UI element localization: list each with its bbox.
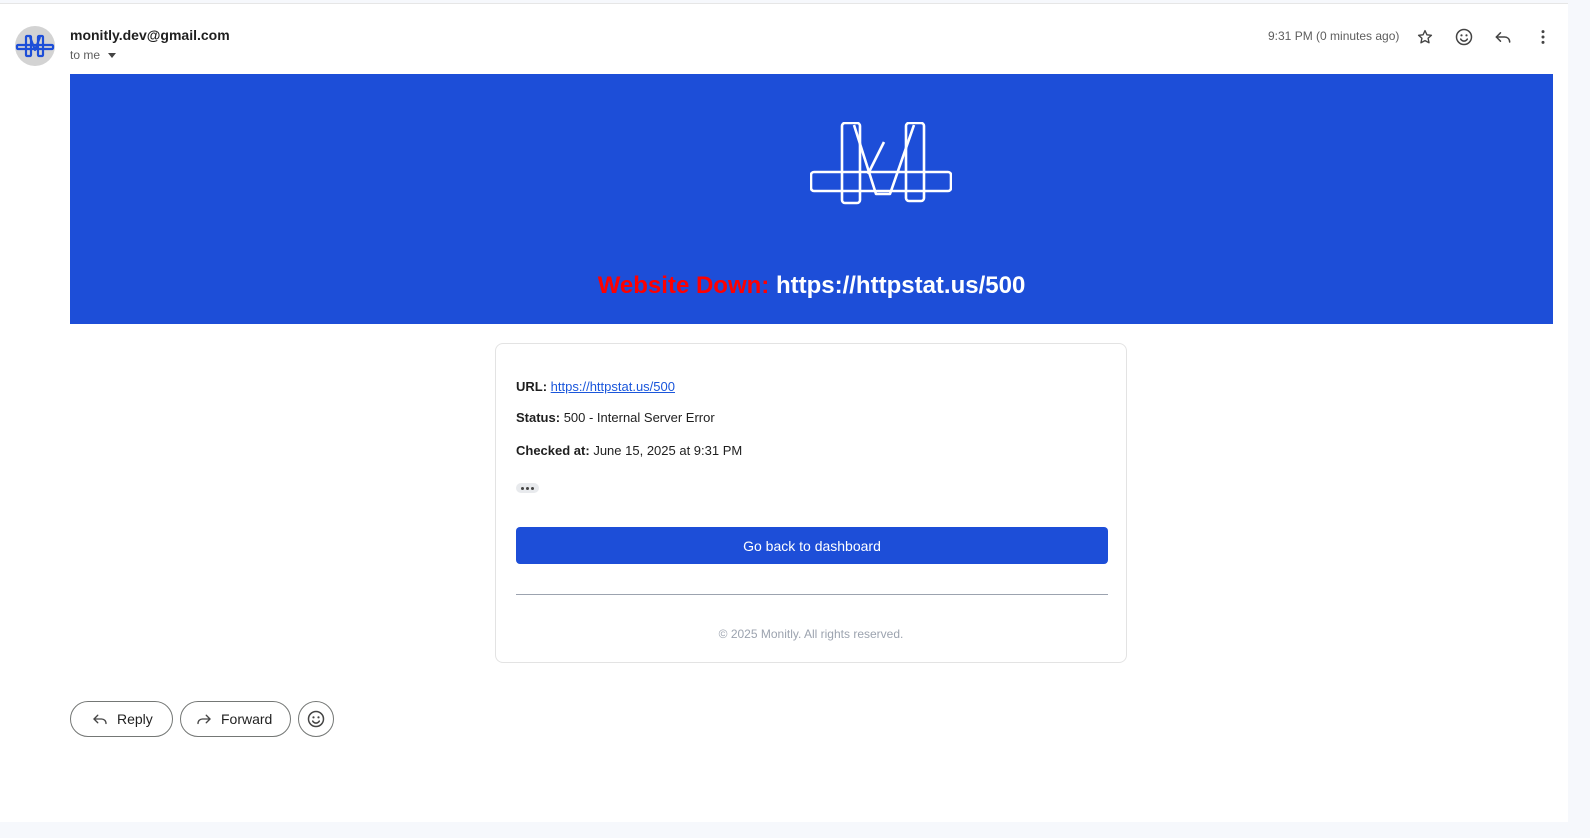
checked-label: Checked at: bbox=[516, 443, 590, 458]
timestamp: 9:31 PM (0 minutes ago) bbox=[1268, 29, 1400, 43]
status-row: Status: 500 - Internal Server Error bbox=[516, 410, 715, 425]
email-message: monitly.dev@gmail.com to me 9:31 PM (0 m… bbox=[0, 3, 1568, 822]
status-label: Status: bbox=[516, 410, 561, 425]
sender-email[interactable]: monitly.dev@gmail.com bbox=[70, 27, 230, 43]
alert-url: https://httpstat.us/500 bbox=[775, 272, 1026, 299]
reply-icon bbox=[93, 714, 107, 725]
sender-avatar[interactable] bbox=[15, 26, 55, 66]
url-label: URL: bbox=[516, 379, 548, 394]
show-trimmed-content-button[interactable] bbox=[516, 483, 539, 493]
url-row: URL: https://httpstat.us/500 bbox=[516, 379, 675, 394]
email-banner: Website Down: https://httpstat.us/500 bbox=[70, 74, 1553, 324]
emoji-icon[interactable] bbox=[1452, 25, 1476, 49]
status-value: 500 - Internal Server Error bbox=[563, 410, 715, 425]
forward-button[interactable]: Forward bbox=[180, 701, 291, 737]
emoji-reaction-button[interactable] bbox=[298, 701, 334, 737]
checked-row: Checked at: June 15, 2025 at 9:31 PM bbox=[516, 443, 742, 458]
alert-label: Website Down: bbox=[597, 272, 770, 299]
recipient-line[interactable]: to me bbox=[70, 48, 117, 62]
dashboard-button[interactable]: Go back to dashboard bbox=[516, 527, 1108, 564]
star-icon[interactable] bbox=[1413, 25, 1437, 49]
monitly-logo bbox=[810, 122, 952, 205]
forward-icon bbox=[197, 714, 211, 725]
chevron-down-icon[interactable] bbox=[108, 53, 117, 58]
recipient-label: to me bbox=[70, 48, 101, 62]
more-vert-icon[interactable] bbox=[1531, 25, 1555, 49]
copyright-footer: © 2025 Monitly. All rights reserved. bbox=[718, 627, 904, 641]
reply-button[interactable]: Reply bbox=[70, 701, 173, 737]
divider bbox=[516, 594, 1108, 595]
checked-value: June 15, 2025 at 9:31 PM bbox=[593, 443, 743, 458]
details-panel: URL: https://httpstat.us/500 Status: 500… bbox=[495, 343, 1127, 663]
url-link[interactable]: https://httpstat.us/500 bbox=[551, 379, 675, 394]
monitly-logo-icon bbox=[15, 34, 55, 58]
banner-title: Website Down: https://httpstat.us/500 bbox=[70, 272, 1553, 300]
forward-label: Forward bbox=[221, 711, 273, 727]
reply-icon[interactable] bbox=[1491, 25, 1515, 49]
reply-label: Reply bbox=[117, 711, 153, 727]
emoji-icon bbox=[307, 710, 325, 728]
